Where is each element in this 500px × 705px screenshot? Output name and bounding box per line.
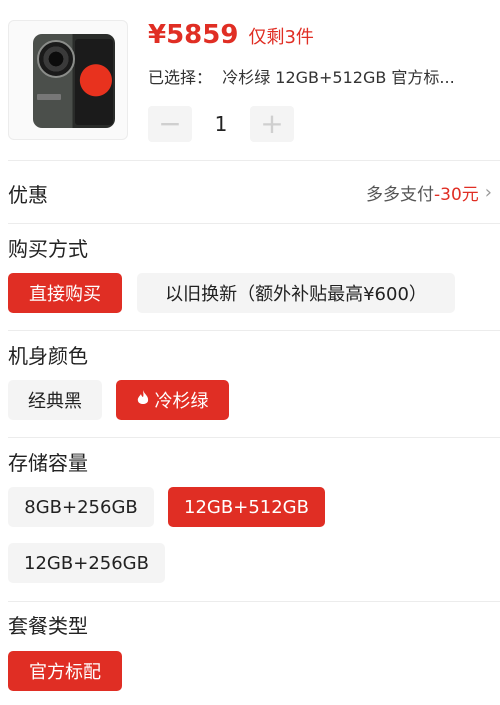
selected-label: 已选择： [148,68,213,87]
discount-amount: -30元 [434,185,479,205]
divider [8,223,500,224]
camera-lens [37,40,75,78]
discount-title: 优惠 [8,183,48,207]
purchase-title: 购买方式 [8,237,88,261]
option-trade-in[interactable]: 以旧换新（额外补贴最高¥600） [137,273,455,313]
increase-button[interactable]: + [250,106,294,142]
color-title: 机身颜色 [8,344,88,368]
fire-icon [137,389,149,411]
option-12gb-256gb[interactable]: 12GB+256GB [8,543,165,583]
selected-spec: 已选择： 冷杉绿 12GB+512GB 官方标... [148,64,455,88]
divider [8,330,500,331]
stock-remaining: 仅剩3件 [248,27,314,48]
phone-screen [75,39,113,125]
quantity-value[interactable]: 1 [192,112,250,136]
phone-image [33,34,115,128]
price-row: ¥5859 仅剩3件 [148,20,314,56]
pay-label: 多多支付 [366,185,435,205]
product-thumbnail[interactable] [8,20,128,140]
option-direct-buy[interactable]: 直接购买 [8,273,122,313]
quantity-stepper: − 1 + [148,106,294,142]
storage-title: 存储容量 [8,451,88,475]
decrease-button[interactable]: − [148,106,192,142]
option-classic-black[interactable]: 经典黑 [8,380,102,420]
option-official-standard[interactable]: 官方标配 [8,651,122,691]
divider [8,601,500,602]
selected-value: 冷杉绿 12GB+512GB 官方标... [222,68,455,87]
price: ¥5859 [148,20,239,50]
package-title: 套餐类型 [8,614,88,638]
fir-green-label: 冷杉绿 [154,391,209,412]
divider [8,160,500,161]
discount-selector[interactable]: 多多支付 -30元 › [366,180,492,205]
option-8gb-256gb[interactable]: 8GB+256GB [8,487,154,527]
divider [8,437,500,438]
option-12gb-512gb[interactable]: 12GB+512GB [168,487,325,527]
phone-label [37,94,61,100]
chevron-right-icon: › [484,182,492,203]
option-fir-green[interactable]: 冷杉绿 [116,380,229,420]
